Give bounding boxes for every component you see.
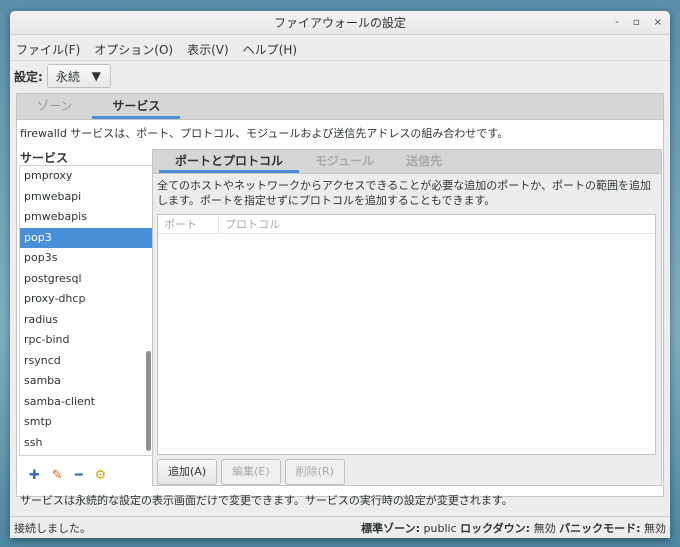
- main-notebook: ゾーン サービス firewalld サービスは、ポート、プロトコル、モジュール…: [16, 93, 664, 507]
- list-item[interactable]: pmproxy: [20, 166, 152, 187]
- menu-file[interactable]: ファイル(F): [16, 41, 80, 57]
- list-scrollbar[interactable]: [146, 351, 151, 451]
- settings-label: 設定:: [14, 69, 43, 84]
- add-button[interactable]: 追加(A): [157, 459, 218, 485]
- footer-note: サービスは永続的な設定の表示画面だけで変更できます。サービスの実行時の設定が変更…: [20, 494, 513, 507]
- service-list[interactable]: pmproxy pmwebapi pmwebapis pop3 pop3s po…: [19, 165, 153, 456]
- add-service-icon[interactable]: ✚: [29, 468, 40, 483]
- list-item[interactable]: pop3s: [20, 248, 152, 269]
- close-button[interactable]: ×: [654, 11, 662, 35]
- panic-value: 無効: [644, 521, 666, 535]
- title-bar: ファイアウォールの設定 ‐ ▫ ×: [10, 11, 670, 35]
- load-defaults-icon[interactable]: ⚙: [95, 468, 107, 483]
- list-item[interactable]: samba-client: [20, 392, 152, 413]
- maximize-button[interactable]: ▫: [633, 11, 640, 35]
- remove-service-icon[interactable]: ━: [75, 468, 83, 483]
- default-zone-label: 標準ゾーン:: [361, 521, 421, 535]
- menu-help[interactable]: ヘルプ(H): [243, 41, 297, 57]
- tab-services[interactable]: サービス: [92, 94, 181, 119]
- list-item[interactable]: pmwebapis: [20, 207, 152, 228]
- tab-modules[interactable]: モジュール: [299, 150, 390, 173]
- edit-button[interactable]: 編集(E): [221, 459, 281, 485]
- column-port[interactable]: ポート: [158, 215, 219, 233]
- column-protocol[interactable]: プロトコル: [219, 215, 280, 233]
- list-item[interactable]: ssh: [20, 433, 152, 454]
- services-label: サービス: [20, 151, 69, 165]
- default-zone-value: public: [423, 521, 457, 535]
- menu-bar: ファイル(F) オプション(O) 表示(V) ヘルプ(H): [10, 35, 670, 61]
- firewall-window: ファイアウォールの設定 ‐ ▫ × ファイル(F) オプション(O) 表示(V)…: [10, 11, 670, 538]
- tab-zones[interactable]: ゾーン: [17, 94, 92, 119]
- list-item[interactable]: radius: [20, 310, 152, 331]
- minimize-button[interactable]: ‐: [615, 11, 619, 35]
- list-item[interactable]: samba: [20, 371, 152, 392]
- lockdown-label: ロックダウン:: [460, 521, 531, 535]
- menu-options[interactable]: オプション(O): [94, 41, 173, 57]
- lockdown-value: 無効: [533, 521, 556, 535]
- tab-ports-protocols[interactable]: ポートとプロトコル: [159, 150, 300, 173]
- list-item[interactable]: rpc-bind: [20, 330, 152, 351]
- dropdown-arrow-icon: ▼: [91, 69, 101, 83]
- list-item[interactable]: smtp: [20, 412, 152, 433]
- remove-button[interactable]: 削除(R): [284, 459, 345, 485]
- list-item-selected[interactable]: pop3: [20, 227, 152, 248]
- tab-destination[interactable]: 送信先: [390, 150, 458, 173]
- list-item[interactable]: pmwebapi: [20, 187, 152, 208]
- settings-value: 永続: [55, 69, 80, 84]
- ports-table[interactable]: ポート プロトコル: [157, 214, 656, 455]
- status-bar: 接続しました。 標準ゾーン: public ロックダウン: 無効 パニックモード…: [10, 516, 670, 538]
- edit-service-icon[interactable]: ✎: [52, 468, 63, 483]
- status-message: 接続しました。: [14, 521, 91, 535]
- settings-combo[interactable]: 永続 ▼: [46, 64, 111, 88]
- menu-view[interactable]: 表示(V): [187, 41, 229, 57]
- panic-label: パニックモード:: [559, 521, 641, 535]
- services-description: firewalld サービスは、ポート、プロトコル、モジュールおよび送信先アドレ…: [17, 120, 663, 146]
- list-item[interactable]: postgresql: [20, 269, 152, 290]
- window-title: ファイアウォールの設定: [273, 16, 406, 30]
- list-item[interactable]: proxy-dhcp: [20, 289, 152, 310]
- list-item[interactable]: rsyncd: [20, 351, 152, 372]
- ports-description: 全てのホストやネットワークからアクセスできることが必要な追加のポートか、ポートの…: [157, 179, 652, 207]
- service-detail-panel: ポートとプロトコル モジュール 送信先 全てのホストやネットワークからアクセスで…: [152, 149, 662, 486]
